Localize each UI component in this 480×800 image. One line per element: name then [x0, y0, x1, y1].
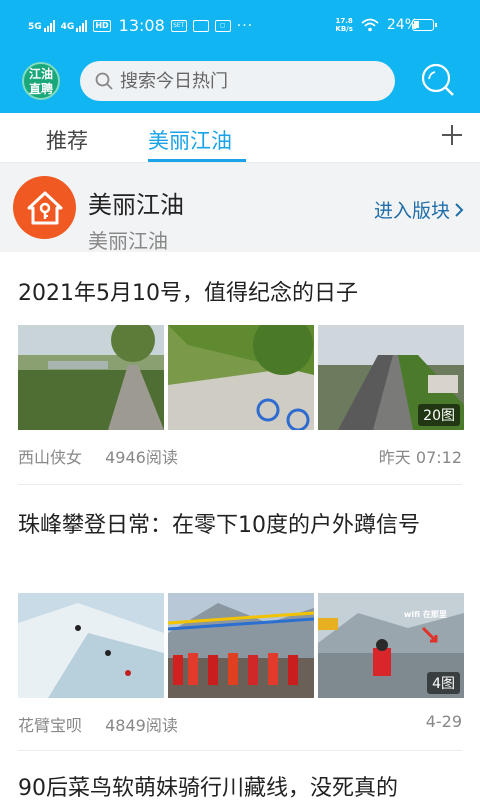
article-meta: 西山侠女 4946阅读 昨天 07:12 — [18, 444, 462, 468]
battery-icon — [412, 19, 437, 31]
article-read-count: 4849阅读 — [105, 716, 178, 735]
active-tab-indicator — [148, 159, 246, 162]
article-image[interactable] — [168, 593, 314, 698]
enter-section-button[interactable]: 进入版块 — [374, 196, 464, 223]
section-header: 美丽江油 美丽江油 进入版块 — [0, 163, 480, 253]
article-read-count: 4946阅读 — [105, 448, 178, 467]
search-bar[interactable] — [80, 61, 395, 101]
notification-icon-3: ▢ — [214, 19, 231, 32]
section-logo — [13, 176, 76, 239]
section-subtitle: 美丽江油 — [88, 229, 168, 253]
article-image[interactable]: wifi 在那里 4图 — [318, 593, 464, 698]
status-bar: 5G 4G HD 13:08 SET ▢ ··· 17.8 KB/s 24% — [0, 0, 480, 54]
search-input[interactable] — [120, 70, 370, 92]
search-icon — [95, 72, 113, 90]
article-title[interactable]: 2021年5月10号，值得纪念的日子 — [18, 277, 462, 311]
image-count-badge: 20图 — [418, 404, 460, 426]
more-notifications-icon: ··· — [236, 17, 254, 34]
section-title: 美丽江油 — [88, 191, 184, 219]
hd-badge: HD — [93, 19, 111, 32]
add-channel-icon[interactable] — [440, 123, 464, 147]
article-image[interactable] — [18, 593, 164, 698]
article-author: 西山侠女 — [18, 448, 83, 467]
signal-icon: 5G — [28, 19, 55, 32]
notification-icon-2 — [192, 19, 209, 32]
chevron-right-icon — [455, 202, 464, 217]
search-icon[interactable] — [420, 62, 456, 98]
article-images: wifi 在那里 4图 — [18, 593, 464, 698]
article-meta: 花臂宝呗 4849阅读 4-29 — [18, 712, 462, 736]
article-card[interactable]: 90后菜鸟软萌妹骑行川藏线，没死真的 — [18, 772, 462, 800]
tab-beautiful-jiangyou[interactable]: 美丽江油 — [148, 125, 232, 155]
channel-tabs: 推荐 美丽江油 — [0, 113, 480, 163]
article-card[interactable]: 2021年5月10号，值得纪念的日子 20图 西山侠女 4946阅读 昨天 07… — [18, 277, 464, 468]
signal-icon-2: 4G — [61, 19, 88, 32]
app-header: 江油 直聘 — [0, 54, 480, 113]
tab-recommend[interactable]: 推荐 — [46, 125, 88, 155]
divider — [18, 484, 462, 485]
article-author: 花臂宝呗 — [18, 716, 83, 735]
image-count-badge: 4图 — [427, 672, 460, 694]
clock: 13:08 — [118, 16, 165, 35]
article-images: 20图 — [18, 325, 464, 430]
wifi-icon — [361, 18, 379, 32]
article-image[interactable] — [168, 325, 314, 430]
divider — [18, 750, 462, 751]
article-title[interactable]: 90后菜鸟软萌妹骑行川藏线，没死真的 — [18, 772, 462, 800]
network-speed: 17.8 KB/s — [335, 17, 353, 33]
image-caption: wifi 在那里 — [404, 610, 447, 619]
article-date: 昨天 07:12 — [378, 448, 462, 467]
app-logo[interactable]: 江油 直聘 — [22, 62, 60, 100]
article-card[interactable]: 珠峰攀登日常：在零下10度的户外蹲信号 wifi 在那里 4图 花臂宝呗 484… — [18, 509, 464, 737]
house-key-icon — [27, 191, 63, 225]
article-title[interactable]: 珠峰攀登日常：在零下10度的户外蹲信号 — [18, 509, 462, 543]
notification-icon: SET — [170, 19, 187, 32]
article-image[interactable]: 20图 — [318, 325, 464, 430]
article-image[interactable] — [18, 325, 164, 430]
top-bar: 5G 4G HD 13:08 SET ▢ ··· 17.8 KB/s 24% 江… — [0, 0, 480, 113]
article-date: 4-29 — [425, 712, 462, 731]
